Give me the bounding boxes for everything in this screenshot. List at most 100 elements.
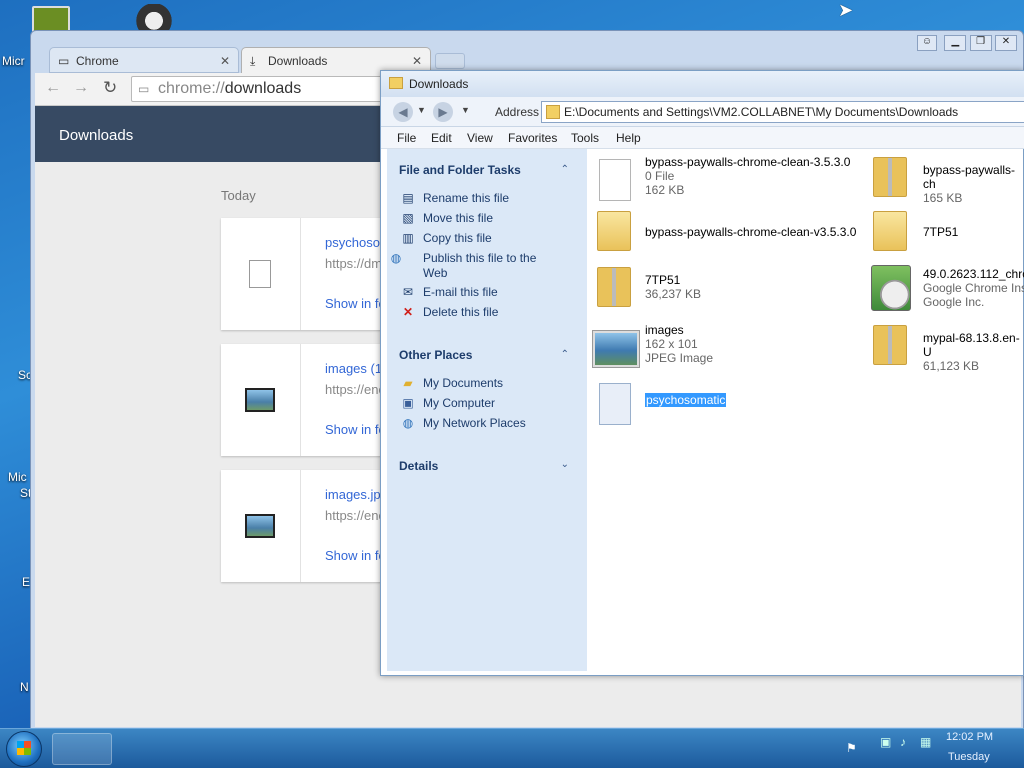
mouse-cursor-icon: ➤ [838, 0, 854, 20]
chevron-down-icon[interactable]: ▼ [461, 105, 470, 115]
zip-folder-icon[interactable] [873, 157, 907, 197]
installer-icon[interactable] [871, 265, 911, 311]
task-move[interactable]: ▧ Move this file [399, 211, 493, 226]
place-my-computer[interactable]: ▣ My Computer [399, 396, 495, 411]
details-heading[interactable]: Details [399, 459, 438, 473]
menu-item-view[interactable]: View [467, 131, 493, 145]
new-tab-button[interactable] [435, 53, 465, 69]
address-input[interactable]: E:\Documents and Settings\VM2.COLLABNET\… [541, 101, 1024, 123]
task-delete[interactable]: ✕ Delete this file [399, 305, 498, 320]
clock-day[interactable]: Tuesday [948, 751, 990, 763]
file-item[interactable]: images 162 x 101 JPEG Image [645, 323, 713, 365]
back-icon[interactable]: ← [45, 79, 61, 97]
profile-icon[interactable]: ☺ [916, 35, 937, 51]
task-publish[interactable]: ◍ Publish this file to the Web [391, 251, 559, 281]
download-name-link[interactable]: images.jpg [325, 487, 388, 502]
download-icon: ⤓ [250, 54, 256, 68]
menu-item-tools[interactable]: Tools [571, 131, 599, 145]
task-label: Move this file [423, 211, 494, 225]
download-url[interactable]: https://dm [325, 256, 382, 271]
forward-icon[interactable]: ▶ [433, 102, 453, 122]
file-item-selected[interactable]: psychosomatic [645, 393, 727, 407]
folder-icon[interactable] [873, 211, 907, 251]
file-item[interactable]: bypass-paywalls-ch 165 KB [923, 163, 1023, 205]
menu-item-help[interactable]: Help [616, 131, 641, 145]
file-name: 7TP51 [923, 225, 959, 239]
folder-icon[interactable] [597, 211, 631, 251]
section-label: Today [221, 188, 256, 203]
download-url[interactable]: https://enc [325, 382, 385, 397]
forward-icon[interactable]: → [73, 79, 89, 97]
clock-time[interactable]: 12:02 PM [946, 731, 993, 743]
show-in-folder-link[interactable]: Show in fo [325, 296, 386, 311]
place-network[interactable]: ◍ My Network Places [399, 416, 526, 431]
download-name-link[interactable]: images (1) [325, 361, 386, 376]
menu-item-favorites[interactable]: Favorites [508, 131, 557, 145]
copy-icon: ▥ [402, 231, 414, 245]
task-rename[interactable]: ▤ Rename this file [399, 191, 509, 206]
desktop-label[interactable]: N [20, 680, 29, 694]
tab-label: Chrome [76, 54, 119, 68]
image-file-icon[interactable] [593, 331, 639, 367]
raccoon-app-icon[interactable] [130, 4, 178, 32]
file-item[interactable]: 7TP51 36,237 KB [645, 273, 701, 301]
zip-folder-icon[interactable] [597, 267, 631, 307]
file-item[interactable]: 7TP51 [923, 225, 958, 239]
desktop-label[interactable]: Mic [8, 470, 27, 484]
url-path: downloads [224, 80, 302, 97]
close-tab-icon[interactable]: ✕ [412, 54, 422, 68]
other-places-heading[interactable]: Other Places [399, 348, 472, 362]
expand-icon[interactable]: ⌄ [561, 459, 569, 470]
place-my-documents[interactable]: ▰ My Documents [399, 376, 503, 391]
minimize-icon[interactable]: ▁ [944, 35, 967, 51]
page-icon: ▭ [58, 54, 70, 68]
folder-icon: ▰ [403, 376, 413, 390]
tray-network-icon[interactable]: ▣ [880, 735, 891, 749]
file-size: 36,237 KB [645, 287, 702, 301]
show-in-folder-link[interactable]: Show in fo [325, 548, 386, 563]
tab-chrome[interactable]: ▭ Chrome ✕ [49, 47, 239, 73]
download-url[interactable]: https://enc [325, 508, 385, 523]
menu-item-edit[interactable]: Edit [431, 131, 452, 145]
explorer-window: Downloads ◀ ▼ ▶ ▼ Address E:\Documents a… [380, 70, 1024, 676]
place-label: My Documents [423, 376, 504, 390]
tray-display-icon[interactable]: ▦ [920, 735, 931, 749]
file-item[interactable]: mypal-68.13.8.en-U 61,123 KB [923, 331, 1023, 373]
task-email[interactable]: ✉ E-mail this file [399, 285, 498, 300]
show-in-folder-link[interactable]: Show in fo [325, 422, 386, 437]
task-copy[interactable]: ▥ Copy this file [399, 231, 491, 246]
file-type: 0 File [645, 169, 675, 183]
file-icon[interactable] [599, 159, 631, 201]
windows-logo-icon [17, 741, 31, 755]
download-thumb [221, 344, 301, 456]
close-icon[interactable]: ✕ [995, 35, 1017, 51]
task-label: Publish this file to the Web [423, 251, 537, 280]
file-item[interactable]: bypass-paywalls-chrome-clean-v3.5.3.0 [645, 225, 856, 239]
restore-icon[interactable]: ❐ [969, 35, 992, 51]
file-item[interactable]: bypass-paywalls-chrome-clean-3.5.3.0 0 F… [645, 155, 850, 197]
tray-volume-icon[interactable]: ♪ [900, 735, 906, 749]
desktop-label[interactable]: Micr [2, 54, 25, 68]
task-label: E-mail this file [423, 285, 498, 299]
collapse-icon[interactable]: ⌃ [561, 349, 569, 360]
desktop-label[interactable]: E [22, 575, 30, 589]
tray-flag-icon[interactable]: ⚑ [846, 741, 857, 755]
file-name: bypass-paywalls-chrome-clean-3.5.3.0 [645, 155, 851, 169]
collapse-icon[interactable]: ⌃ [561, 164, 569, 175]
folder-icon [546, 105, 560, 119]
close-tab-icon[interactable]: ✕ [220, 54, 230, 68]
task-label: Rename this file [423, 191, 510, 205]
back-icon[interactable]: ◀ [393, 102, 413, 122]
file-icon [249, 260, 271, 288]
file-type: Google Chrome Ins [923, 281, 1024, 295]
zip-folder-icon[interactable] [873, 325, 907, 365]
taskbar-window-button[interactable] [52, 733, 112, 765]
address-label: Address [495, 105, 540, 119]
tasks-heading[interactable]: File and Folder Tasks [399, 163, 521, 177]
menu-item-file[interactable]: File [397, 131, 416, 145]
place-label: My Computer [423, 396, 496, 410]
file-item[interactable]: 49.0.2623.112_chron Google Chrome Ins Go… [923, 267, 1024, 309]
reload-icon[interactable]: ↻ [103, 78, 117, 98]
chevron-down-icon[interactable]: ▼ [417, 105, 426, 115]
file-icon[interactable] [599, 383, 631, 425]
